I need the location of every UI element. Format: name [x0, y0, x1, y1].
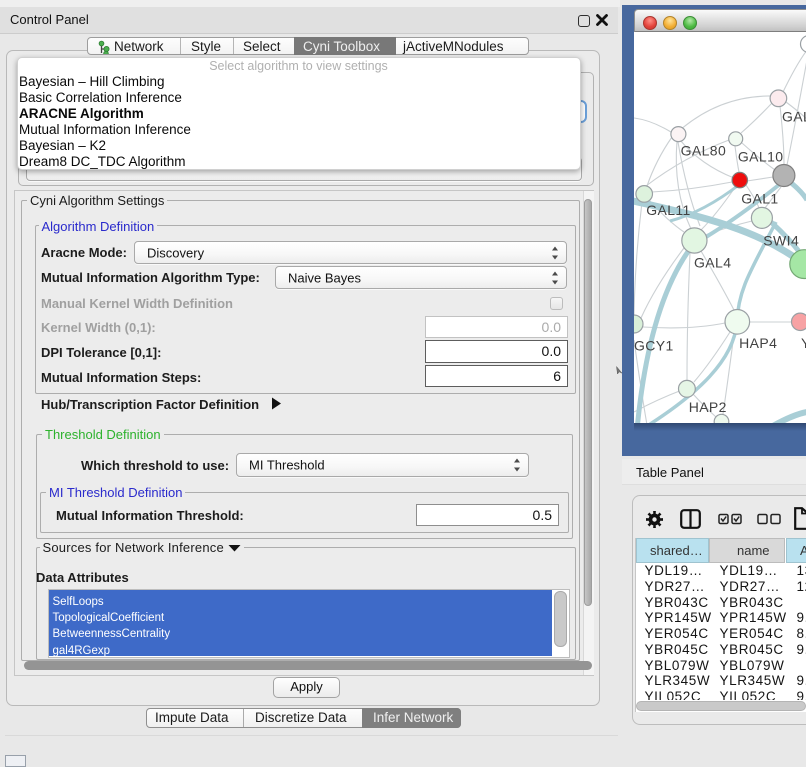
svg-text:HAP4: HAP4 [739, 335, 777, 351]
svg-text:GAL: GAL [782, 109, 806, 125]
svg-text:GCY1: GCY1 [634, 338, 674, 354]
svg-text:SWI4: SWI4 [763, 233, 799, 249]
svg-text:GAL10: GAL10 [737, 149, 783, 165]
svg-text:GAL11: GAL11 [646, 202, 691, 218]
svg-text:GAL80: GAL80 [680, 142, 726, 158]
svg-text:GAL4: GAL4 [694, 255, 731, 271]
svg-text:GAL1: GAL1 [741, 191, 778, 207]
svg-text:HAP2: HAP2 [688, 399, 726, 415]
svg-text:Y: Y [801, 335, 806, 351]
